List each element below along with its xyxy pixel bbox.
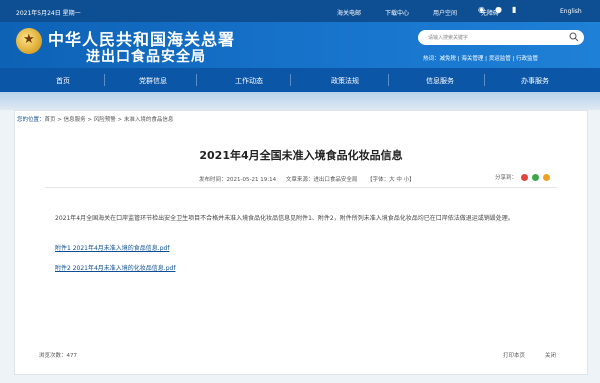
banner-strip	[0, 92, 600, 110]
article-body: 2021年4月全国海关在口岸监管环节检出安全卫生项目不合格并未准入境食品化妆品信…	[55, 215, 514, 222]
search-placeholder: 请输入搜索关键字	[428, 35, 469, 41]
font-size-control[interactable]: 【字体：大 中 小】	[367, 177, 415, 183]
nav-item-work-news[interactable]: 工作动态	[235, 76, 263, 86]
nav-divider	[388, 74, 389, 86]
nav-divider	[484, 74, 485, 86]
breadcrumb-label: 您的位置：	[17, 117, 45, 123]
nav-divider	[104, 74, 105, 86]
content-panel: 您的位置：首页 > 信息服务 > 风险预警 > 未准入境的食品信息 2021年4…	[14, 110, 588, 375]
share-bar: 分享到：	[495, 173, 551, 181]
attachment-link-1[interactable]: 附件1 2021年4月未准入境的食品信息.pdf	[55, 243, 169, 252]
site-header: ★ 中华人民共和国海关总署 进出口食品安全局 请输入搜索关键字 热词：减免税 |…	[0, 22, 600, 68]
customs-emblem-logo[interactable]: ★	[16, 28, 42, 54]
nav-item-party[interactable]: 党群信息	[139, 76, 167, 86]
nav-divider	[196, 74, 197, 86]
hot-keywords[interactable]: 热词：减免税 | 海关管理 | 货运监管 | 行政监管	[423, 54, 538, 62]
print-button[interactable]: 打印本页	[503, 351, 525, 359]
article-source: 文章来源：进出口食品安全局	[285, 177, 358, 183]
site-subtitle: 进出口食品安全局	[86, 49, 206, 65]
social-icons: ◉ ● ▮	[478, 5, 516, 14]
nav-item-services[interactable]: 办事服务	[521, 76, 549, 86]
breadcrumb: 您的位置：首页 > 信息服务 > 风险预警 > 未准入境的食品信息	[17, 115, 173, 123]
publish-time: 发布时间：2021-05-21 19:14	[199, 177, 277, 183]
share-label: 分享到：	[495, 175, 518, 181]
nav-divider	[290, 74, 291, 86]
main-nav: 首页 党群信息 工作动态 政策法规 信息服务 办事服务	[0, 68, 600, 92]
divider	[45, 187, 557, 188]
mobile-icon[interactable]: ▮	[512, 5, 516, 14]
nav-item-info-service[interactable]: 信息服务	[426, 76, 454, 86]
close-button[interactable]: 关闭	[545, 351, 556, 359]
breadcrumb-path[interactable]: 首页 > 信息服务 > 风险预警 > 未准入境的食品信息	[45, 117, 174, 123]
article-title: 2021年4月全国未准入境食品化妆品信息	[199, 149, 403, 162]
link-download-center[interactable]: 下载中心	[385, 8, 409, 17]
search-icon[interactable]	[569, 32, 579, 42]
current-date: 2021年5月24日 星期一	[16, 10, 81, 17]
weibo-icon[interactable]: ◉	[478, 5, 485, 14]
wechat-share-icon[interactable]	[532, 173, 540, 181]
nav-item-policy[interactable]: 政策法规	[331, 76, 359, 86]
watermark	[212, 250, 225, 276]
view-count: 浏览次数：477	[39, 353, 77, 359]
wechat-icon[interactable]: ●	[495, 5, 502, 14]
link-customs-email[interactable]: 海关电邮	[337, 8, 361, 17]
weibo-share-icon[interactable]	[521, 173, 529, 181]
attachment-link-2[interactable]: 附件2 2021年4月未准入境的化妆品信息.pdf	[55, 263, 175, 272]
nav-item-home[interactable]: 首页	[56, 76, 70, 86]
qzone-share-icon[interactable]	[543, 173, 551, 181]
search-input[interactable]: 请输入搜索关键字	[418, 30, 584, 45]
top-bar: 2021年5月24日 星期一 海关电邮 下载中心 用户空间 无障碍 ◉ ● ▮ …	[0, 0, 600, 22]
article-meta: 发布时间：2021-05-21 19:14 文章来源：进出口食品安全局 【字体：…	[199, 175, 423, 183]
link-user-space[interactable]: 用户空间	[433, 8, 457, 17]
language-switch[interactable]: English	[560, 8, 582, 15]
